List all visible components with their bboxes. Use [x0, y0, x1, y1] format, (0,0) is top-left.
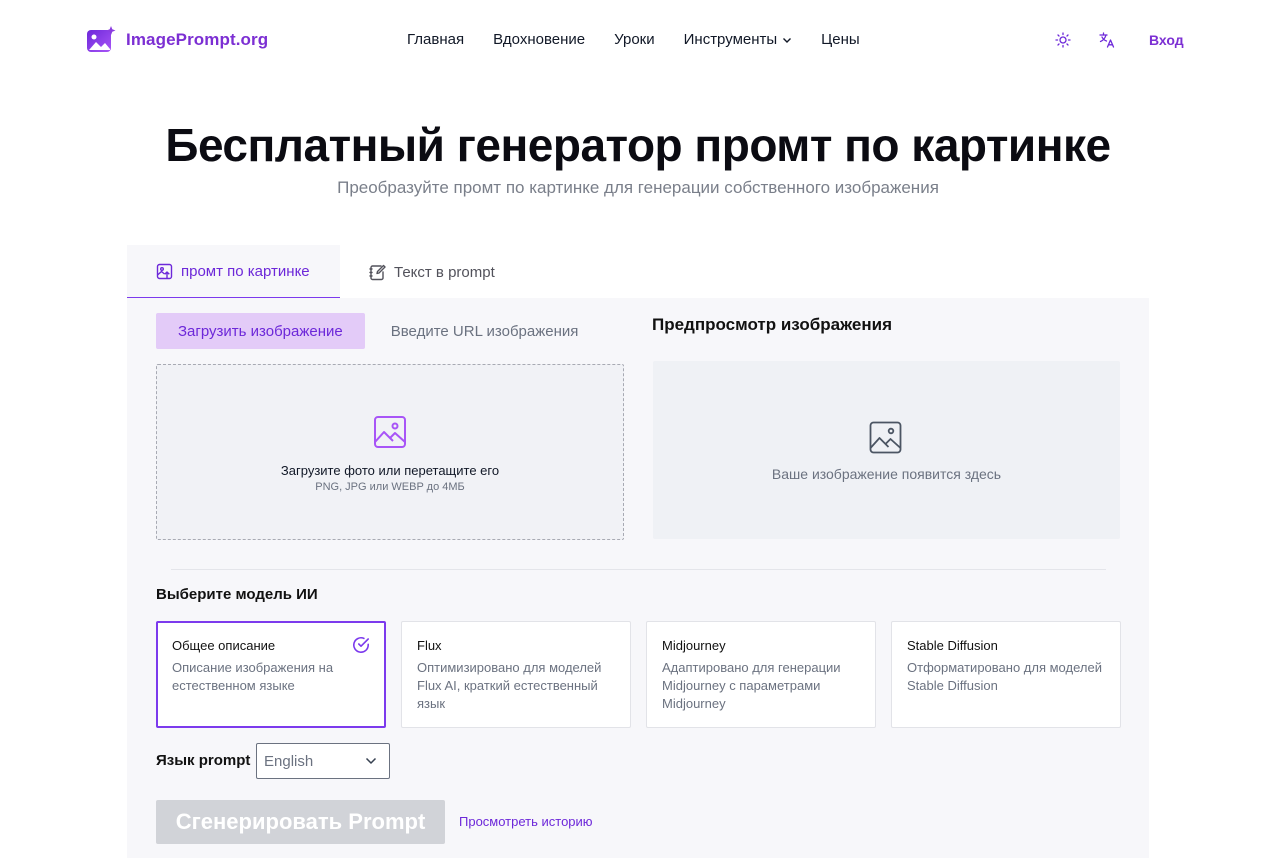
logo-icon: [87, 26, 116, 52]
subtab-upload-image[interactable]: Загрузить изображение: [156, 313, 365, 349]
model-section-label: Выберите модель ИИ: [156, 586, 318, 603]
notebook-pen-icon: [369, 264, 386, 280]
site-header: ImagePrompt.org Главная Вдохновение Урок…: [0, 0, 1280, 82]
language-label: Язык prompt: [156, 752, 251, 769]
mode-tabs: промт по картинке Текст в prompt: [127, 245, 524, 299]
tab-label: Текст в prompt: [394, 263, 495, 281]
tab-text-to-prompt[interactable]: Текст в prompt: [340, 245, 524, 299]
nav-pricing[interactable]: Цены: [821, 31, 860, 48]
card-title: Midjourney: [662, 638, 726, 653]
check-circle-icon: [353, 637, 369, 653]
nav-home[interactable]: Главная: [407, 31, 464, 48]
card-desc: Адаптировано для генерации Midjourney с …: [662, 660, 841, 711]
view-history-link[interactable]: Просмотреть историю: [459, 814, 593, 829]
login-button[interactable]: Вход: [1149, 32, 1184, 48]
page-title: Бесплатный генератор промт по картинке: [165, 119, 1111, 171]
model-cards: Общее описание Описание изображения на е…: [156, 621, 1121, 728]
preview-title: Предпросмотр изображения: [652, 315, 892, 334]
image-icon: [374, 416, 406, 448]
page-subtitle: Преобразуйте промт по картинке для генер…: [337, 178, 939, 197]
language-select[interactable]: English: [256, 743, 390, 779]
card-desc: Отформатировано для моделей Stable Diffu…: [907, 660, 1102, 693]
preview-placeholder: Ваше изображение появится здесь: [771, 466, 1002, 482]
tab-label: промт по картинке: [181, 262, 310, 280]
image-dropzone[interactable]: Загрузите фото или перетащите его PNG, J…: [156, 364, 624, 540]
model-card-stable-diffusion[interactable]: Stable Diffusion Отформатировано для мод…: [891, 621, 1121, 728]
dropzone-text: Загрузите фото или перетащите его: [280, 463, 500, 478]
divider: [171, 569, 1106, 570]
sun-icon[interactable]: [1054, 31, 1072, 49]
card-desc: Описание изображения на естественном язы…: [172, 660, 334, 693]
model-card-general[interactable]: Общее описание Описание изображения на е…: [156, 621, 386, 728]
generate-button[interactable]: Сгенерировать Prompt: [156, 800, 445, 844]
brand-name: ImagePrompt.org: [126, 30, 269, 49]
nav-tools[interactable]: Инструменты: [684, 31, 793, 48]
source-subtabs: Загрузить изображение Введите URL изобра…: [156, 313, 578, 349]
nav-tutorials[interactable]: Уроки: [614, 31, 654, 48]
logo[interactable]: ImagePrompt.org: [86, 26, 268, 54]
subtab-image-url[interactable]: Введите URL изображения: [391, 323, 579, 340]
main-nav: Главная Вдохновение Уроки Инструменты Це…: [407, 31, 860, 48]
image-upload-icon: [156, 263, 173, 279]
nav-inspiration[interactable]: Вдохновение: [493, 31, 585, 48]
model-card-midjourney[interactable]: Midjourney Адаптировано для генерации Mi…: [646, 621, 876, 728]
translate-icon[interactable]: [1098, 31, 1116, 49]
nav-tools-label: Инструменты: [683, 31, 778, 48]
card-desc: Оптимизировано для моделей Flux AI, крат…: [417, 660, 602, 711]
image-preview: Ваше изображение появится здесь: [653, 361, 1120, 539]
card-title: Общее описание: [172, 638, 276, 653]
model-card-flux[interactable]: Flux Оптимизировано для моделей Flux AI,…: [401, 621, 631, 728]
dropzone-hint: PNG, JPG или WEBP до 4МБ: [315, 481, 465, 493]
chevron-down-icon: [365, 757, 377, 765]
card-title: Flux: [417, 638, 442, 653]
header-actions: Вход: [1054, 31, 1184, 49]
chevron-down-icon: [783, 37, 792, 43]
image-icon: [869, 421, 902, 454]
tab-image-to-prompt[interactable]: промт по картинке: [127, 245, 340, 299]
generator-panel: Загрузить изображение Введите URL изобра…: [127, 298, 1149, 858]
card-title: Stable Diffusion: [907, 638, 998, 653]
language-value: English: [264, 752, 314, 770]
